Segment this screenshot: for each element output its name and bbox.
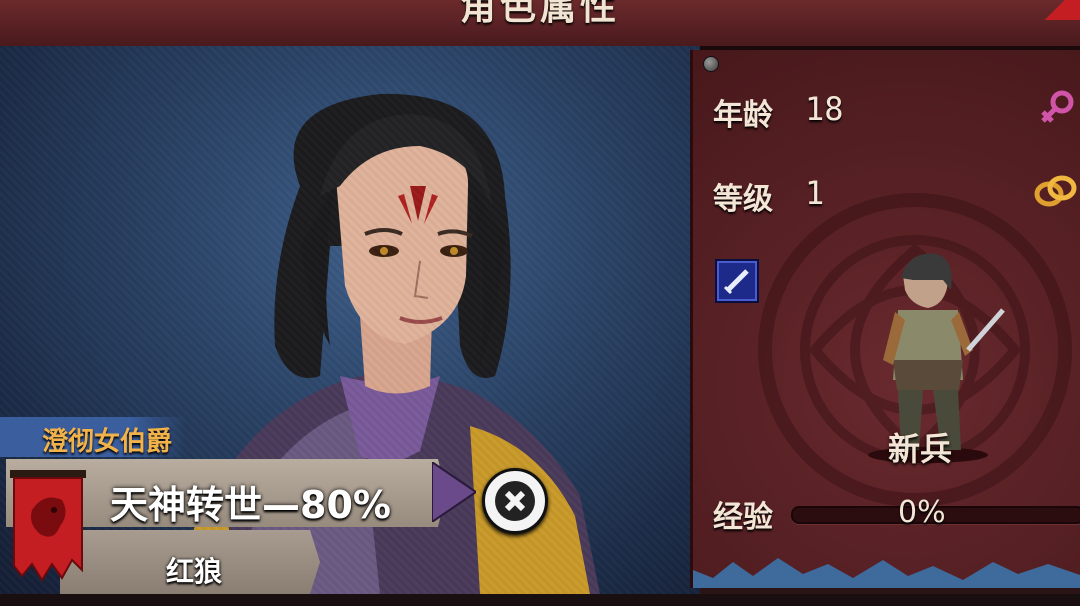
close-icon	[495, 481, 535, 521]
header-bar: 角色属性	[0, 0, 1080, 49]
unit-class-label: 新兵	[887, 430, 952, 468]
exp-label: 经验	[713, 500, 773, 535]
female-icon[interactable]	[1037, 88, 1077, 128]
age-label: 年龄	[713, 98, 773, 133]
exp-value: 0%	[898, 495, 946, 530]
trait-label: 天神转世—80%	[110, 483, 391, 527]
age-value: 18	[805, 90, 844, 128]
faction-name: 红狼	[166, 555, 223, 588]
corner-ribbon	[1040, 0, 1080, 20]
red-wolf-banner-icon[interactable]	[10, 470, 86, 582]
bottom-bar	[0, 594, 1080, 606]
noble-title: 澄彻女伯爵	[42, 427, 173, 457]
dagger-icon[interactable]	[715, 259, 759, 303]
noble-title-strip: 澄彻女伯爵	[0, 417, 186, 457]
trait-pointer-decoration	[432, 462, 476, 522]
close-button[interactable]	[482, 468, 548, 534]
page-title: 角色属性	[459, 0, 620, 28]
stats-panel: 年龄 18 等级 1 新兵 经验 0%	[690, 50, 1080, 588]
frost-border-decoration	[693, 558, 1080, 588]
rivet-decoration	[703, 56, 719, 72]
